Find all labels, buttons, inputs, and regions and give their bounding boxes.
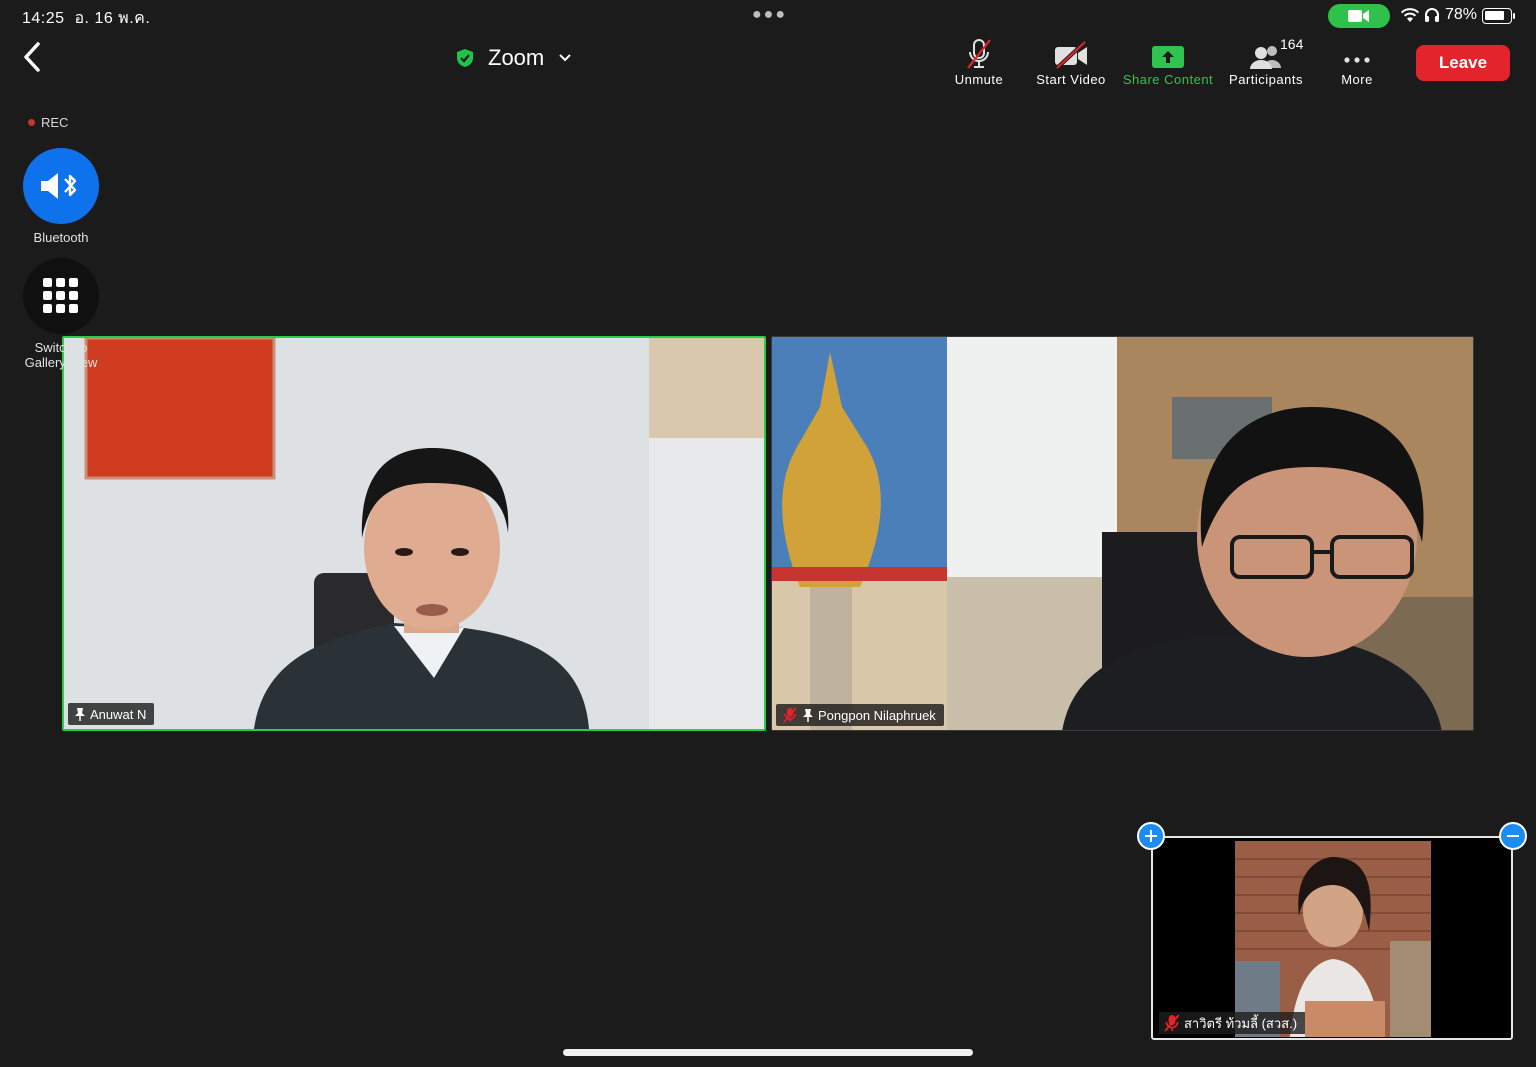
shield-check-icon [457, 49, 473, 67]
plus-icon [1145, 830, 1157, 842]
more-dots-icon [1344, 57, 1370, 63]
video-tile-pongpon[interactable]: Pongpon Nilaphruek [771, 336, 1474, 731]
participant-name-tag: Anuwat N [68, 703, 155, 725]
pin-icon [803, 709, 813, 722]
status-bar: 14:25 อ. 16 พ.ค. ●●● 78% [0, 0, 1536, 32]
headphones-icon [1425, 8, 1439, 22]
minus-icon [1507, 835, 1519, 837]
people-icon [1250, 46, 1281, 69]
bluetooth-label: Bluetooth [33, 230, 89, 245]
gallery-label-line2: Gallery View [24, 355, 98, 370]
microphone-muted-icon [967, 39, 991, 69]
participant-count: 164 [1280, 36, 1304, 52]
status-date: อ. 16 พ.ค. [74, 10, 151, 27]
meeting-title: Zoom [488, 45, 545, 70]
more-button[interactable]: More [1332, 36, 1382, 87]
grid-icon [43, 278, 78, 313]
battery-cap [1513, 13, 1515, 19]
rec-dot-icon [28, 119, 35, 126]
video-tile-anuwat[interactable]: Anuwat N [62, 336, 766, 731]
participant-video-feed [64, 338, 764, 729]
back-button[interactable] [20, 40, 48, 74]
participant-name-tag: Pongpon Nilaphruek [776, 704, 944, 726]
video-camera-off-icon [1055, 40, 1087, 70]
self-view-window[interactable]: สาวิตรี ท้วมลี้ (สวส.) [1151, 836, 1513, 1040]
more-label: More [1341, 72, 1373, 87]
home-indicator[interactable] [563, 1049, 973, 1056]
participants-button[interactable]: 164 Participants [1222, 36, 1310, 87]
gallery-view-button[interactable] [23, 258, 99, 334]
pin-icon [75, 708, 85, 721]
share-content-label: Share Content [1122, 72, 1214, 87]
gallery-label-line1: Switch to [34, 340, 88, 355]
video-camera-icon [1328, 4, 1390, 28]
self-video-feed [1235, 841, 1431, 1037]
recording-indicator: REC [28, 115, 68, 130]
self-name: สาวิตรี ท้วมลี้ (สวส.) [1184, 1015, 1298, 1031]
participant-name: Pongpon Nilaphruek [818, 707, 936, 723]
microphone-muted-icon [1164, 1014, 1180, 1032]
participant-video-feed [772, 337, 1473, 730]
self-name-tag: สาวิตรี ท้วมลี้ (สวส.) [1159, 1012, 1306, 1034]
share-screen-icon [1152, 46, 1184, 68]
gallery-view-label: Switch to Gallery View [11, 340, 111, 370]
chevron-left-icon [24, 42, 40, 72]
microphone-muted-icon [783, 707, 797, 723]
unmute-label: Unmute [954, 72, 1004, 87]
speaker-bluetooth-icon [41, 173, 77, 199]
participant-name: Anuwat N [90, 706, 147, 722]
meeting-title-dropdown[interactable]: Zoom [456, 42, 572, 74]
bluetooth-audio-button[interactable] [23, 148, 99, 224]
share-content-button[interactable]: Share Content [1118, 36, 1218, 87]
expand-self-view-button[interactable] [1137, 822, 1165, 850]
participants-label: Participants [1229, 72, 1303, 87]
multitasking-dots-icon[interactable]: ●●● [752, 6, 787, 24]
unmute-button[interactable]: Unmute [948, 36, 1010, 87]
wifi-icon [1400, 8, 1420, 22]
battery-icon [1482, 8, 1512, 24]
minimize-self-view-button[interactable] [1499, 822, 1527, 850]
battery-percent: 78% [1445, 6, 1478, 23]
status-time: 14:25 อ. 16 พ.ค. [22, 6, 150, 31]
clock-time: 14:25 [22, 10, 65, 27]
start-video-button[interactable]: Start Video [1030, 36, 1112, 87]
battery-fill [1485, 11, 1504, 20]
rec-label: REC [41, 115, 69, 130]
start-video-label: Start Video [1036, 72, 1106, 87]
leave-button[interactable]: Leave [1416, 45, 1510, 81]
chevron-down-icon [559, 54, 571, 62]
self-video-image [1235, 841, 1431, 1037]
